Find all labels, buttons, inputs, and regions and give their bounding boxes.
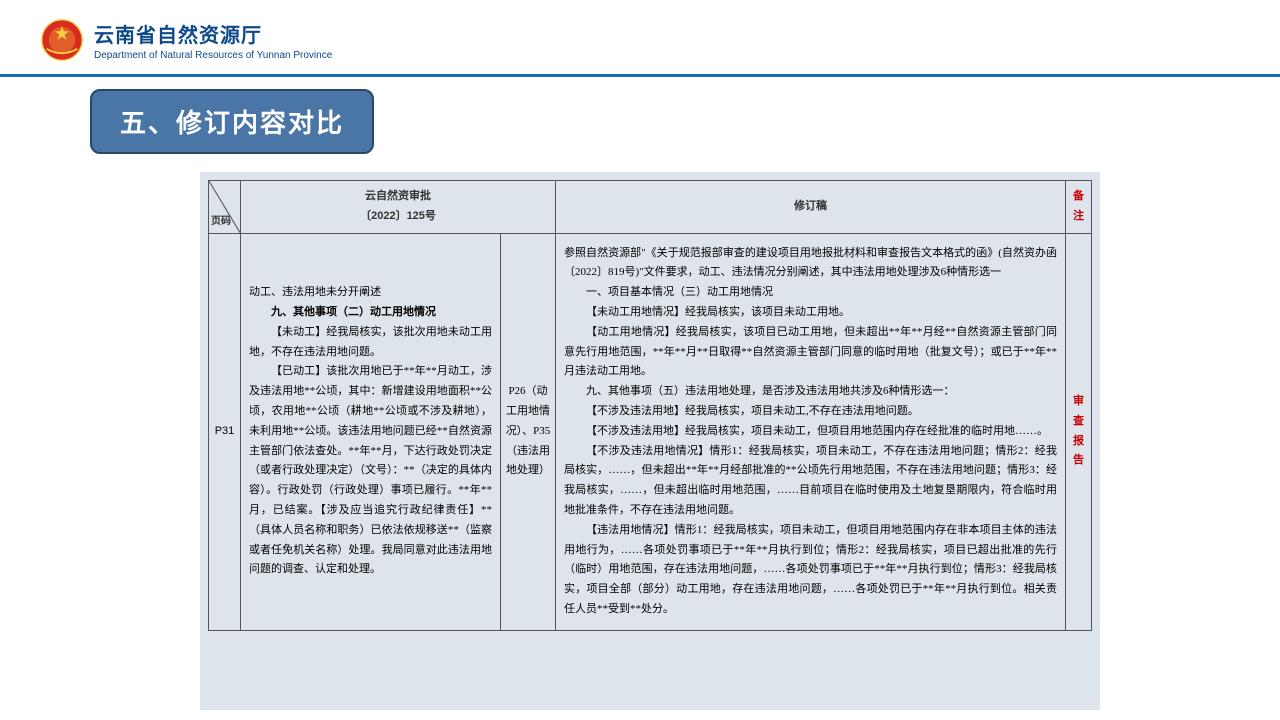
org-subtitle: Department of Natural Resources of Yunna… bbox=[94, 50, 332, 61]
header-text-block: 云南省自然资源厅 Department of Natural Resources… bbox=[94, 19, 332, 61]
header-revision: 修订稿 bbox=[556, 181, 1066, 234]
table-row: P31 动工、违法用地未分开阐述九、其他事项（二）动工用地情况【未动工】经我局核… bbox=[209, 233, 1092, 630]
comparison-table-container: 页码 云自然资审批 〔2022〕125号 修订稿 备注 P31 动工、违法用地未… bbox=[200, 172, 1100, 710]
cell-revision: 参照自然资源部"《关于规范报部审查的建设项目用地报批材料和审查报告文本格式的函》… bbox=[556, 233, 1066, 630]
table-header-row: 页码 云自然资审批 〔2022〕125号 修订稿 备注 bbox=[209, 181, 1092, 234]
comparison-table: 页码 云自然资审批 〔2022〕125号 修订稿 备注 P31 动工、违法用地未… bbox=[208, 180, 1092, 631]
page-header: 云南省自然资源厅 Department of Natural Resources… bbox=[0, 0, 1280, 77]
header-original: 云自然资审批 〔2022〕125号 bbox=[241, 181, 556, 234]
cell-original: 动工、违法用地未分开阐述九、其他事项（二）动工用地情况【未动工】经我局核实，该批… bbox=[241, 233, 501, 630]
section-heading: 五、修订内容对比 bbox=[90, 89, 374, 154]
org-title: 云南省自然资源厅 bbox=[94, 19, 332, 48]
cell-remark: 审查报告 bbox=[1066, 233, 1092, 630]
national-emblem-icon bbox=[40, 18, 84, 62]
cell-page: P31 bbox=[209, 233, 241, 630]
header-remark: 备注 bbox=[1066, 181, 1092, 234]
cell-mid: P26（动工用地情况）、P35（违法用地处理） bbox=[501, 233, 556, 630]
header-page: 页码 bbox=[209, 181, 241, 234]
